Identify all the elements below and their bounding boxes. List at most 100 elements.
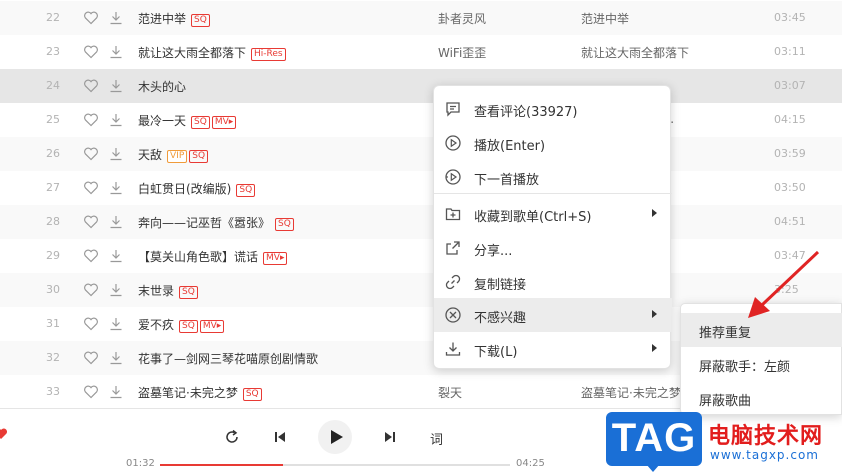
song-title-cell: 木头的心 — [138, 78, 189, 95]
add-to-playlist-icon — [445, 208, 461, 221]
artist-name[interactable]: 卦者灵风 — [438, 10, 486, 27]
menu-item-not-interested[interactable]: 不感兴趣 — [434, 298, 672, 332]
artist-name[interactable]: WiFi歪歪 — [438, 44, 486, 61]
menu-item-label: 播放(Enter) — [474, 139, 546, 154]
lyrics-button[interactable]: 词 — [430, 429, 443, 448]
progress-bar[interactable] — [160, 464, 510, 466]
quality-badge: VIP — [167, 150, 188, 163]
menu-item-comment[interactable]: 查看评论(33927) — [434, 92, 672, 126]
like-heart-icon[interactable] — [83, 350, 99, 366]
track-number: 28 — [46, 215, 60, 228]
song-duration: 04:15 — [774, 113, 806, 126]
submenu-item[interactable]: 推荐重复 — [681, 313, 842, 347]
album-name[interactable]: 就让这大雨全都落下 — [581, 44, 689, 61]
watermark-badge: TAG — [606, 412, 702, 472]
song-title: 范进中举 — [138, 12, 187, 26]
submenu-item[interactable]: 屏蔽歌曲 — [681, 381, 842, 415]
submenu-item-label: 推荐重复 — [699, 326, 752, 341]
menu-item-share[interactable]: 分享... — [434, 231, 672, 265]
song-row[interactable]: 26 天敌 VIP SQ 03:59 — [0, 137, 842, 171]
track-number: 30 — [46, 283, 60, 296]
share-icon — [446, 241, 460, 255]
download-icon[interactable] — [108, 112, 124, 128]
song-duration: 03:11 — [774, 45, 806, 58]
download-icon[interactable] — [108, 10, 124, 26]
quality-badge: SQ — [179, 286, 198, 299]
like-heart-icon[interactable] — [83, 10, 99, 26]
song-title-cell: 最冷一天 SQ MV▸ — [138, 112, 237, 129]
download-icon[interactable] — [108, 248, 124, 264]
song-row[interactable]: 24 木头的心 03:07 — [0, 69, 842, 103]
download-icon[interactable] — [108, 146, 124, 162]
quality-badge: MV▸ — [211, 116, 237, 129]
quality-badge: MV▸ — [199, 320, 225, 333]
download-icon[interactable] — [108, 180, 124, 196]
watermark-url: www.tagxp.com — [710, 448, 819, 462]
album-name[interactable]: 范进中举 — [581, 10, 629, 27]
watermark-site-name: 电脑技术网 — [708, 424, 824, 449]
like-heart-icon[interactable] — [83, 146, 99, 162]
song-row[interactable]: 22 范进中举 SQ 卦者灵风 范进中举 03:45 — [0, 1, 842, 35]
link-icon — [445, 274, 461, 290]
menu-item-link[interactable]: 复制链接 — [434, 265, 672, 299]
quality-badge: SQ — [191, 116, 210, 129]
like-heart-icon[interactable] — [83, 44, 99, 60]
menu-item-label: 复制链接 — [474, 278, 527, 293]
not-interested-submenu: 推荐重复屏蔽歌手：左颜 屏蔽歌曲 — [680, 303, 842, 415]
download-icon[interactable] — [108, 384, 124, 400]
like-heart-icon[interactable] — [83, 112, 99, 128]
song-row[interactable]: 28奔向——记巫哲《嚣张》SQ《嚣张》04:51 — [0, 205, 842, 239]
play-icon — [331, 430, 343, 444]
like-heart-icon[interactable] — [83, 214, 99, 230]
quality-badge: SQ — [236, 184, 256, 197]
download-icon[interactable] — [108, 214, 124, 230]
quality-badge: MV▸ — [263, 252, 288, 265]
progress-fill — [160, 464, 283, 466]
song-row[interactable]: 23 就让这大雨全都落下 Hi-Res WiFi歪歪 就让这大雨全都落下 03:11 — [0, 35, 842, 69]
menu-item-play-next[interactable]: 下一首播放 — [434, 160, 672, 194]
track-number: 23 — [46, 45, 60, 58]
song-title: 天敌 — [138, 148, 163, 162]
like-heart-icon[interactable] — [83, 282, 99, 298]
download-icon[interactable] — [108, 44, 124, 60]
like-heart-icon[interactable] — [83, 78, 99, 94]
song-row[interactable]: 29【莫关山角色歌】谎话MV▸角色歌03:47 — [0, 239, 842, 273]
song-title: 爱不疚 — [138, 318, 175, 332]
download-icon[interactable] — [108, 316, 124, 332]
download-icon[interactable] — [108, 282, 124, 298]
quality-badge: SQ — [275, 218, 294, 231]
submenu-item[interactable]: 屏蔽歌手：左颜 — [681, 347, 842, 381]
song-row[interactable]: 30末世录SQ笔记瓶邪同人歌3:25 — [0, 273, 842, 307]
not-interested-icon — [445, 307, 461, 323]
play-button[interactable] — [318, 420, 352, 454]
comment-icon — [446, 102, 460, 117]
total-time: 04:25 — [516, 458, 545, 469]
menu-item-download[interactable]: 下载(L) — [434, 332, 672, 366]
album-name[interactable]: 盗墓笔记·未完之梦 — [581, 384, 681, 401]
song-row[interactable]: 27白虹贯日(改编版)SQ编版03:50 — [0, 171, 842, 205]
play-next-icon — [445, 169, 461, 185]
menu-item-add-to-playlist[interactable]: 收藏到歌单(Ctrl+S) — [434, 197, 672, 231]
song-row[interactable]: 25最冷一天SQMV▸rever Leslie C...04:15 — [0, 103, 842, 137]
song-title-cell: 【莫关山角色歌】谎话 MV▸ — [138, 248, 288, 265]
menu-item-label: 不感兴趣 — [474, 311, 527, 326]
song-duration: 03:45 — [774, 11, 806, 24]
repeat-mode-icon[interactable] — [224, 429, 240, 445]
download-icon[interactable] — [108, 78, 124, 94]
download-icon[interactable] — [108, 350, 124, 366]
like-heart-icon[interactable] — [83, 316, 99, 332]
menu-item-play-circle[interactable]: 播放(Enter) — [434, 126, 672, 160]
like-heart-icon[interactable] — [83, 248, 99, 264]
track-number: 33 — [46, 385, 60, 398]
song-title-cell: 花事了—剑网三琴花喵原创剧情歌 — [138, 350, 321, 367]
song-title-cell: 盗墓笔记·未完之梦 SQ — [138, 384, 262, 401]
like-heart-icon[interactable] — [83, 180, 99, 196]
artist-name[interactable]: 裂天 — [438, 384, 462, 401]
song-title-cell: 末世录 SQ — [138, 282, 198, 299]
song-title: 白虹贯日(改编版) — [138, 182, 232, 196]
next-track-icon[interactable] — [383, 430, 397, 444]
like-heart-icon[interactable] — [83, 384, 99, 400]
like-heart-icon[interactable] — [0, 427, 8, 441]
song-title: 就让这大雨全都落下 — [138, 46, 247, 60]
previous-track-icon[interactable] — [273, 430, 287, 444]
